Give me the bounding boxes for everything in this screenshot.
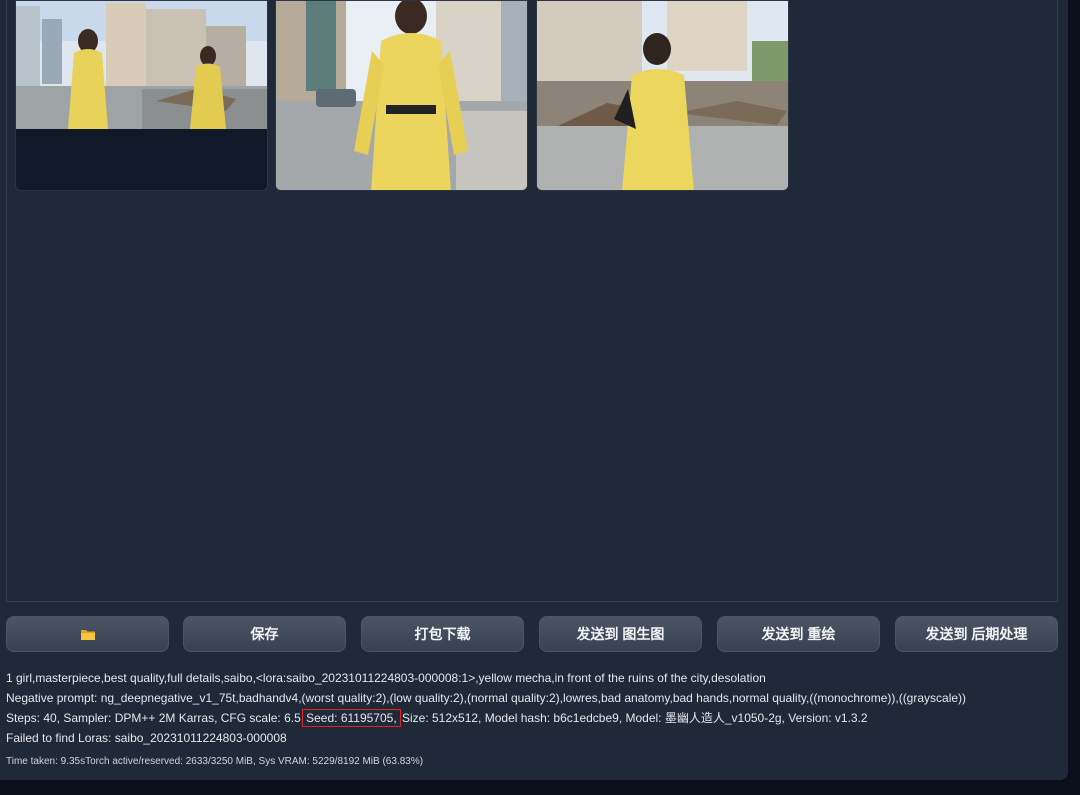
prompt-text: 1 girl,masterpiece,best quality,full det… xyxy=(6,671,766,685)
send-to-img2img-button[interactable]: 发送到 图生图 xyxy=(539,616,702,652)
zip-download-button[interactable]: 打包下载 xyxy=(361,616,524,652)
seed-value: Seed: 61195705, xyxy=(302,709,401,727)
generated-image-2 xyxy=(537,1,788,190)
lora-warning-text: Failed to find Loras: saibo_202310112248… xyxy=(6,731,287,745)
parameters-line: Steps: 40, Sampler: DPM++ 2M Karras, CFG… xyxy=(6,708,1058,728)
generated-image-1 xyxy=(276,1,527,190)
grid-image xyxy=(16,1,267,129)
folder-icon xyxy=(80,629,95,640)
gallery-image-1[interactable] xyxy=(275,0,528,191)
timing-info: Time taken: 9.35sTorch active/reserved: … xyxy=(6,756,424,767)
send-to-extras-button[interactable]: 发送到 后期处理 xyxy=(895,616,1058,652)
gallery-grid-thumbnail[interactable] xyxy=(15,0,268,191)
open-folder-button[interactable] xyxy=(6,616,169,652)
save-button[interactable]: 保存 xyxy=(183,616,346,652)
gallery-image-2[interactable] xyxy=(536,0,789,191)
webui-output-panel: 保存 打包下载 发送到 图生图 发送到 重绘 发送到 后期处理 1 girl,m… xyxy=(0,0,1080,795)
generation-info: 1 girl,masterpiece,best quality,full det… xyxy=(6,668,1058,772)
image-gallery xyxy=(6,0,1058,602)
send-to-inpaint-button[interactable]: 发送到 重绘 xyxy=(717,616,880,652)
parameters-after-seed: Size: 512x512, Model hash: b6c1edcbe9, M… xyxy=(402,711,868,725)
parameters-before-seed: Steps: 40, Sampler: DPM++ 2M Karras, CFG… xyxy=(6,711,301,725)
negative-prompt-text: Negative prompt: ng_deepnegative_v1_75t,… xyxy=(6,691,967,705)
image-action-bar: 保存 打包下载 发送到 图生图 发送到 重绘 发送到 后期处理 xyxy=(6,616,1058,652)
output-panel: 保存 打包下载 发送到 图生图 发送到 重绘 发送到 后期处理 1 girl,m… xyxy=(0,0,1068,780)
